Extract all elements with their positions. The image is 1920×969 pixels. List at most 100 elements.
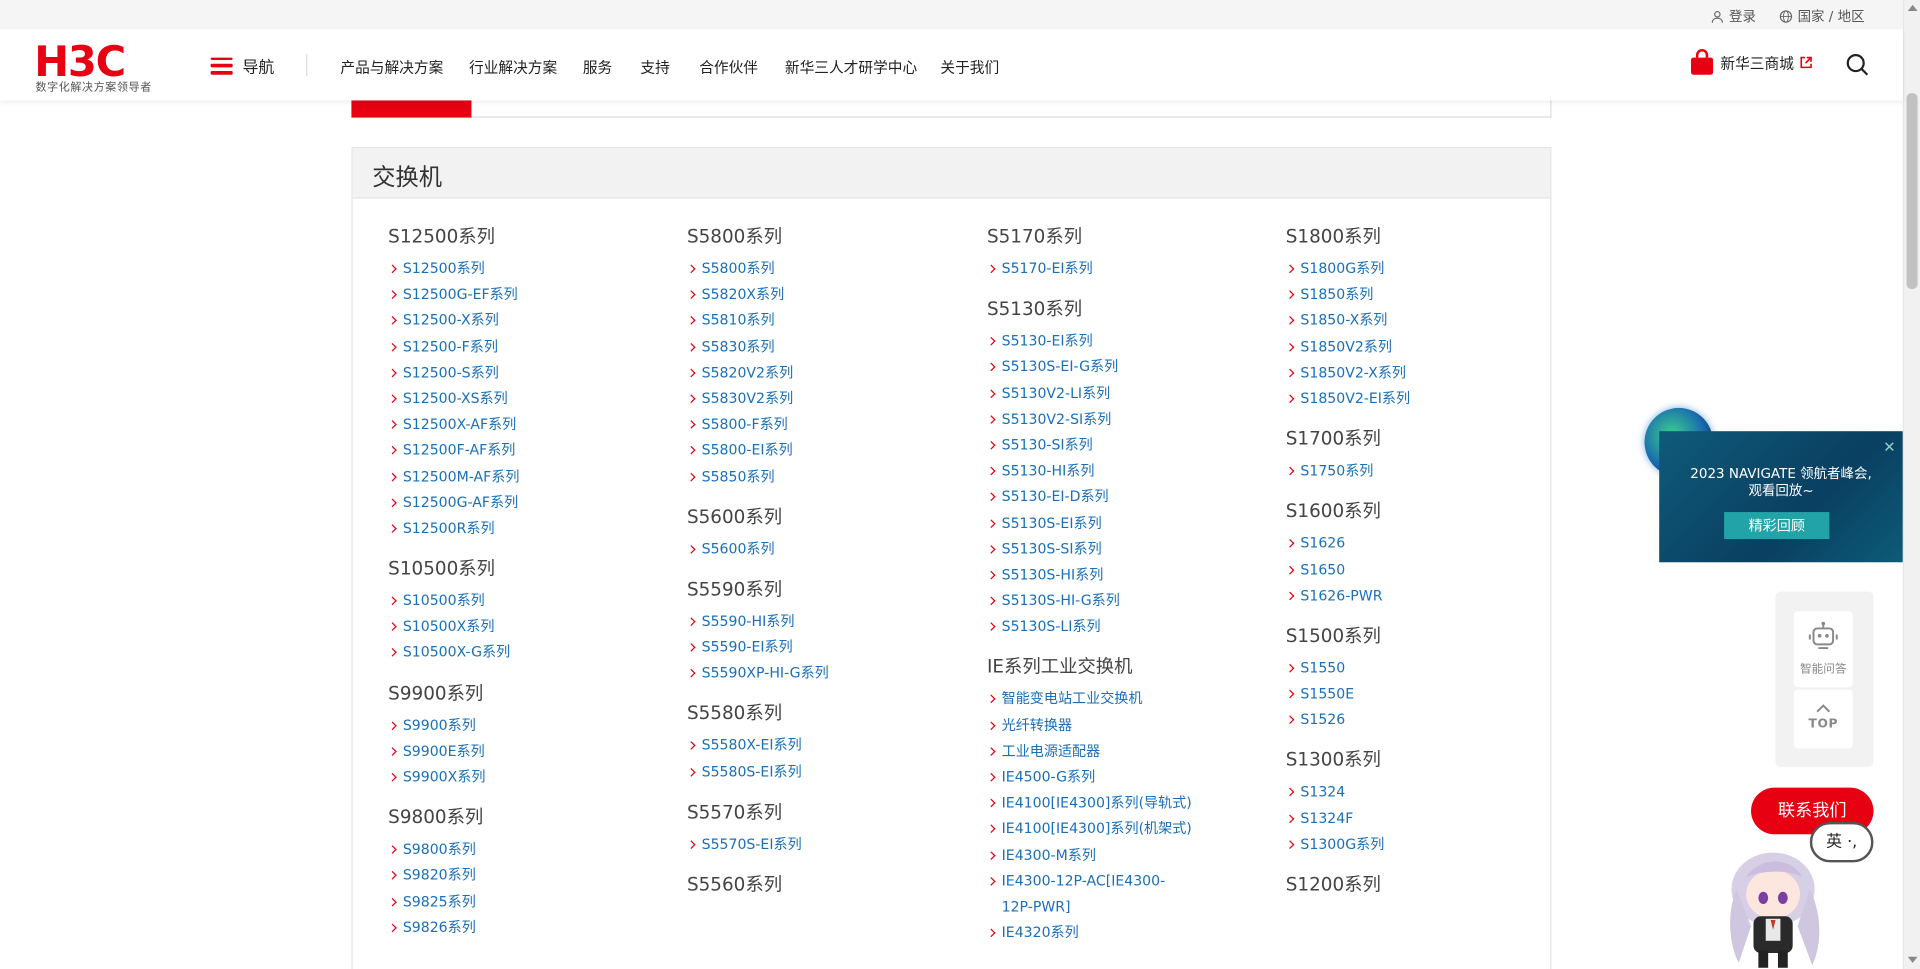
product-link[interactable]: S12500G-AF系列 [388, 490, 670, 516]
product-group-title[interactable]: S5800系列 [687, 224, 969, 256]
product-link[interactable]: 智能变电站工业交换机 [987, 687, 1269, 713]
product-link[interactable]: S1324 [1286, 780, 1568, 806]
product-link[interactable]: S5810系列 [687, 308, 969, 334]
product-link[interactable]: S5590-EI系列 [687, 635, 969, 661]
product-link[interactable]: S5130V2-LI系列 [987, 380, 1269, 406]
product-link[interactable]: S1850V2系列 [1286, 334, 1568, 360]
menu-item-service[interactable]: 服务 [583, 56, 612, 77]
menu-item-partners[interactable]: 合作伙伴 [699, 56, 758, 77]
product-group-title[interactable]: S12500系列 [388, 224, 670, 256]
product-link[interactable]: S5130S-EI-G系列 [987, 354, 1269, 380]
language-bubble[interactable]: 英 ·, [1809, 821, 1874, 863]
product-group-title[interactable]: S5170系列 [987, 224, 1269, 256]
product-link[interactable]: S5800-F系列 [687, 412, 969, 438]
product-link[interactable]: S1850V2-EI系列 [1286, 386, 1568, 412]
product-link[interactable]: S1324F [1286, 806, 1568, 832]
product-link[interactable]: S12500-F系列 [388, 334, 670, 360]
product-group-title[interactable]: S5130系列 [987, 297, 1269, 329]
product-link[interactable]: S5130-SI系列 [987, 432, 1269, 458]
search-icon[interactable] [1845, 53, 1869, 78]
product-link[interactable]: S12500-S系列 [388, 360, 670, 386]
product-link[interactable]: S12500系列 [388, 256, 670, 282]
product-link[interactable]: S9800系列 [388, 837, 670, 863]
product-group-title[interactable]: S5600系列 [687, 504, 969, 536]
product-group-title[interactable]: S10500系列 [388, 556, 670, 588]
product-link[interactable]: S9825系列 [388, 889, 670, 915]
product-link[interactable]: S5820V2系列 [687, 360, 969, 386]
product-link[interactable]: S1550E [1286, 681, 1568, 707]
product-link[interactable]: S5830系列 [687, 334, 969, 360]
product-link[interactable]: S5830V2系列 [687, 386, 969, 412]
product-link[interactable]: S1300G系列 [1286, 832, 1568, 858]
product-link[interactable]: S1526 [1286, 707, 1568, 733]
product-group-title[interactable]: S1700系列 [1286, 426, 1568, 458]
product-link[interactable]: S12500X-AF系列 [388, 412, 670, 438]
product-link[interactable]: S5570S-EI系列 [687, 832, 969, 858]
menu-item-industry[interactable]: 行业解决方案 [469, 56, 557, 77]
product-link[interactable]: S5580X-EI系列 [687, 733, 969, 759]
region-link[interactable]: 国家 / 地区 [1779, 6, 1865, 26]
product-link[interactable]: S5590XP-HI-G系列 [687, 661, 969, 687]
shop-link[interactable]: 新华三商城 [1690, 49, 1812, 76]
product-link[interactable]: S5130S-HI系列 [987, 562, 1269, 588]
product-link[interactable]: S10500X-G系列 [388, 640, 670, 666]
vertical-scrollbar[interactable] [1902, 0, 1920, 969]
product-link[interactable]: S5800-EI系列 [687, 438, 969, 464]
product-group-title[interactable]: S9800系列 [388, 805, 670, 837]
product-link[interactable]: S5130S-EI系列 [987, 510, 1269, 536]
product-link[interactable]: S1626 [1286, 531, 1568, 557]
product-link[interactable]: S5800系列 [687, 256, 969, 282]
product-link[interactable]: S5580S-EI系列 [687, 759, 969, 785]
close-icon[interactable]: ✕ [1883, 439, 1895, 456]
product-link[interactable]: IE4500-G系列 [987, 764, 1269, 790]
product-link[interactable]: S1850V2-X系列 [1286, 360, 1568, 386]
product-link[interactable]: S5130-EI系列 [987, 329, 1269, 355]
nav-toggle-button[interactable]: 导航 [210, 54, 274, 77]
product-link[interactable]: S1800G系列 [1286, 256, 1568, 282]
product-link[interactable]: S1850-X系列 [1286, 308, 1568, 334]
product-link[interactable]: S1626-PWR [1286, 583, 1568, 609]
product-link[interactable]: S12500M-AF系列 [388, 464, 670, 490]
product-link[interactable]: S5170-EI系列 [987, 256, 1269, 282]
product-link[interactable]: S5600系列 [687, 536, 969, 562]
product-link[interactable]: S9900E系列 [388, 738, 670, 764]
product-group-title[interactable]: S1300系列 [1286, 748, 1568, 780]
product-link[interactable]: S1550 [1286, 655, 1568, 681]
promo-banner[interactable]: ✕ 2023 NAVIGATE 领航者峰会, 观看回放~ 精彩回顾 [1659, 431, 1903, 563]
product-link[interactable]: IE4300-M系列 [987, 842, 1269, 868]
product-link[interactable]: IE4100[IE4300]系列(导轨式) [987, 790, 1269, 816]
product-link[interactable]: S1750系列 [1286, 458, 1568, 484]
product-group-title[interactable]: IE系列工业交换机 [987, 655, 1269, 687]
product-link[interactable]: S5130S-SI系列 [987, 536, 1269, 562]
scrollbar-thumb[interactable] [1906, 93, 1918, 290]
product-link[interactable]: S12500-XS系列 [388, 386, 670, 412]
product-link[interactable]: S1850系列 [1286, 282, 1568, 308]
product-link[interactable]: S5130S-HI-G系列 [987, 588, 1269, 614]
scroll-down-icon[interactable] [1907, 956, 1918, 963]
product-link[interactable]: S9900系列 [388, 712, 670, 738]
menu-item-support[interactable]: 支持 [640, 56, 669, 77]
product-link[interactable]: S5820X系列 [687, 282, 969, 308]
product-group-title[interactable]: S5560系列 [687, 872, 969, 904]
product-group-title[interactable]: S1500系列 [1286, 623, 1568, 655]
product-link[interactable]: S5130V2-SI系列 [987, 406, 1269, 432]
smart-qa-button[interactable]: 智能问答 [1793, 611, 1853, 688]
menu-item-talent[interactable]: 新华三人才研学中心 [785, 56, 917, 77]
product-link[interactable]: S5130-HI系列 [987, 458, 1269, 484]
product-link[interactable]: S10500系列 [388, 588, 670, 614]
product-group-title[interactable]: S1200系列 [1286, 872, 1568, 904]
product-group-title[interactable]: S9900系列 [388, 681, 670, 713]
back-to-top-button[interactable]: TOP [1793, 689, 1853, 749]
product-link[interactable]: S9820系列 [388, 863, 670, 889]
product-link[interactable]: S5590-HI系列 [687, 609, 969, 635]
product-link[interactable]: S9826系列 [388, 915, 670, 941]
product-link[interactable]: IE4100[IE4300]系列(机架式) [987, 816, 1269, 842]
product-link[interactable]: S10500X系列 [388, 614, 670, 640]
promo-button[interactable]: 精彩回顾 [1724, 512, 1830, 539]
product-link[interactable]: S12500R系列 [388, 516, 670, 542]
product-link[interactable]: IE4320系列 [987, 920, 1269, 946]
product-link[interactable]: S1650 [1286, 557, 1568, 583]
product-link[interactable]: 光纤转换器 [987, 712, 1269, 738]
menu-item-about[interactable]: 关于我们 [940, 56, 999, 77]
product-link[interactable]: S5850系列 [687, 464, 969, 490]
